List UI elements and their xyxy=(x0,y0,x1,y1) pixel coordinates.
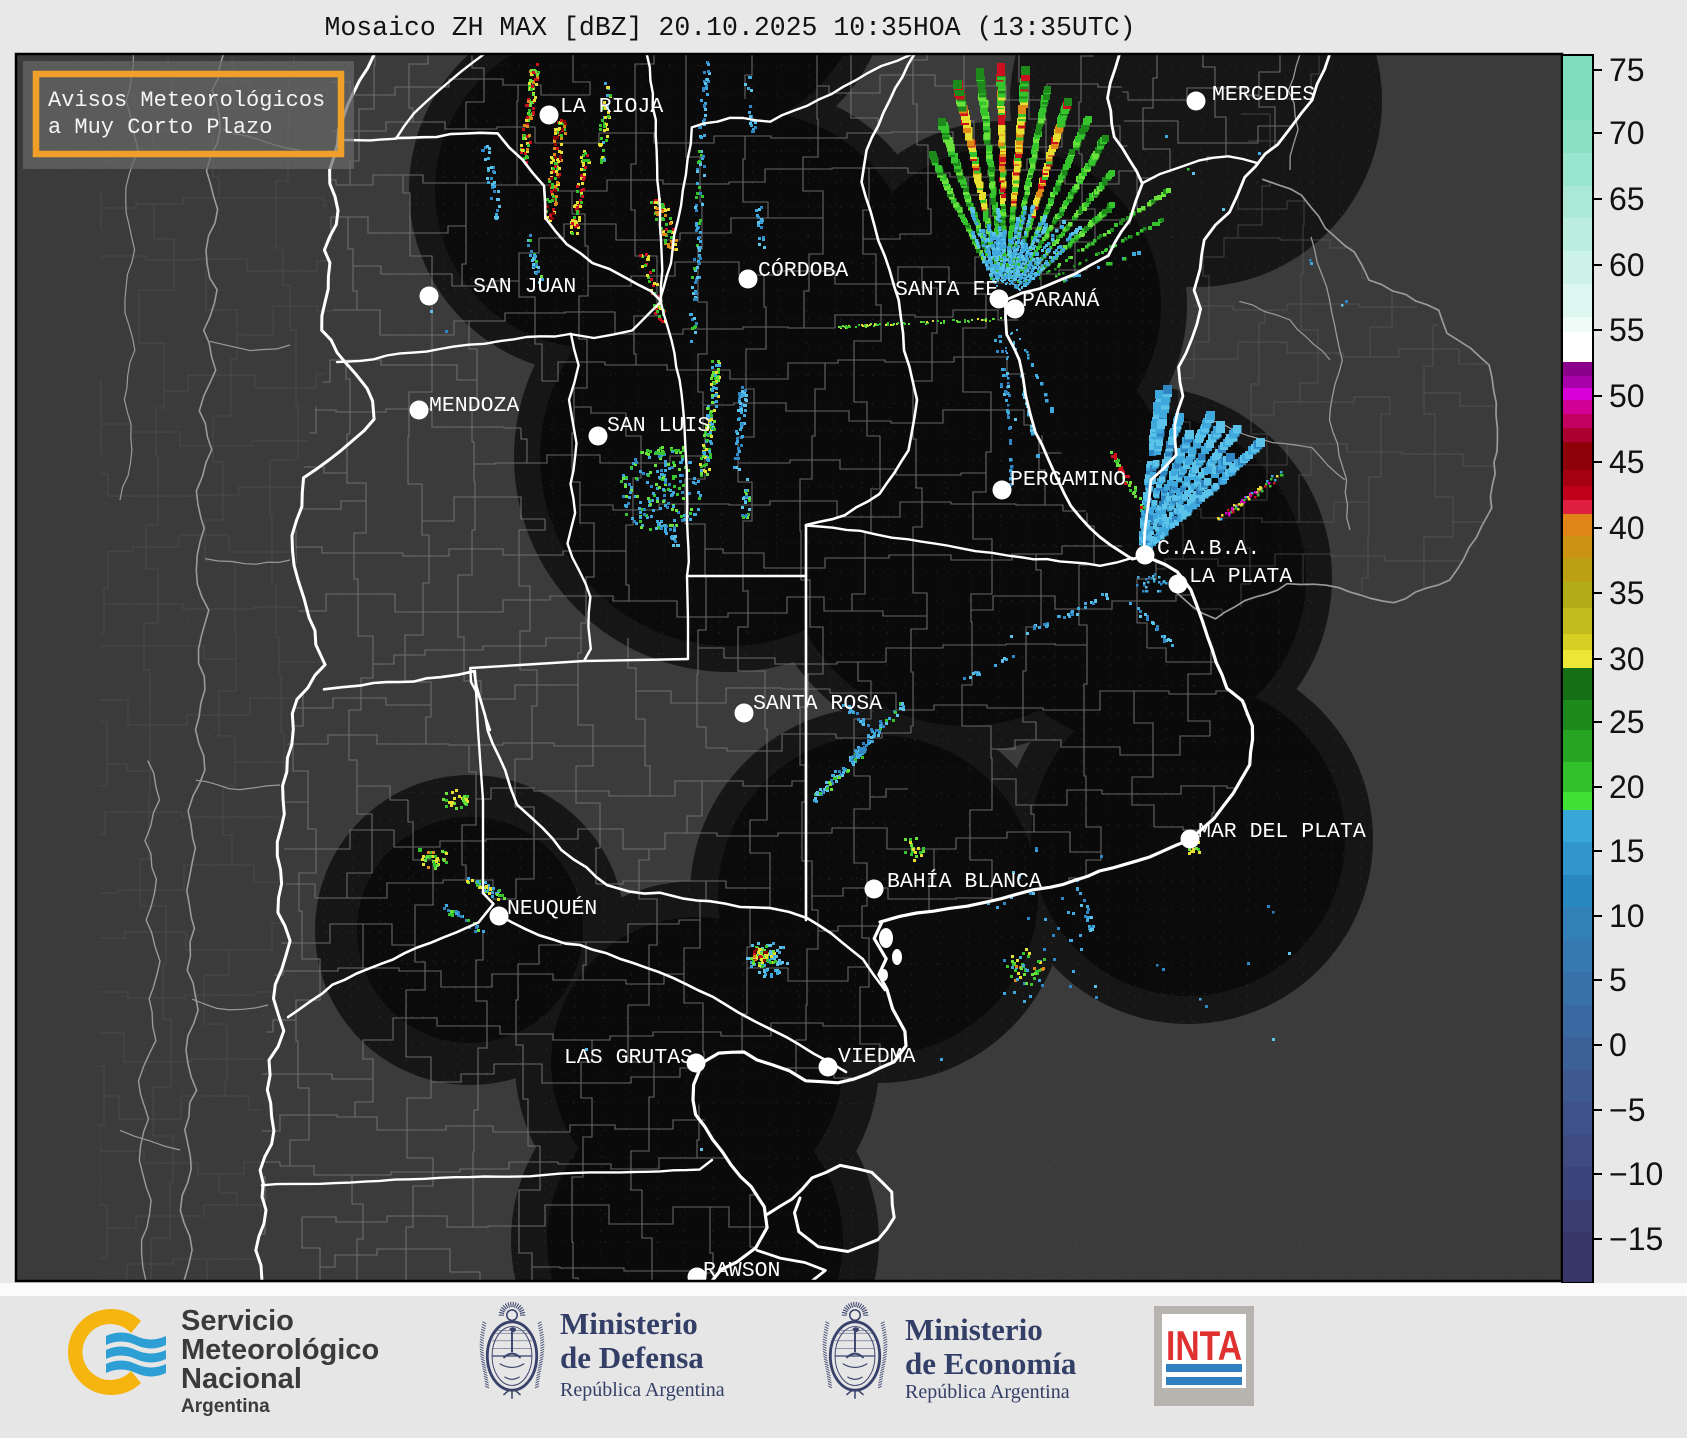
svg-text:SANTA FE: SANTA FE xyxy=(895,278,998,302)
svg-text:a Muy Corto Plazo: a Muy Corto Plazo xyxy=(48,115,272,140)
svg-text:0: 0 xyxy=(1609,1027,1627,1063)
svg-text:C.A.B.A.: C.A.B.A. xyxy=(1157,537,1260,561)
svg-text:Servicio: Servicio xyxy=(181,1305,294,1337)
svg-text:Meteorológico: Meteorológico xyxy=(181,1334,379,1366)
svg-text:20: 20 xyxy=(1609,769,1645,805)
svg-text:MENDOZA: MENDOZA xyxy=(429,394,519,418)
svg-text:−15: −15 xyxy=(1609,1221,1663,1257)
svg-text:PARANÁ: PARANÁ xyxy=(1022,287,1100,313)
svg-text:LA RIOJA: LA RIOJA xyxy=(560,95,663,119)
svg-text:INTA: INTA xyxy=(1166,1322,1242,1369)
svg-text:República Argentina: República Argentina xyxy=(560,1379,725,1401)
svg-text:de Defensa: de Defensa xyxy=(560,1340,704,1375)
svg-text:Mosaico ZH MAX [dBZ] 20.10.202: Mosaico ZH MAX [dBZ] 20.10.2025 10:35HOA… xyxy=(324,13,1135,43)
svg-text:30: 30 xyxy=(1609,641,1645,677)
svg-text:MAR DEL PLATA: MAR DEL PLATA xyxy=(1198,820,1366,844)
svg-text:Ministerio: Ministerio xyxy=(905,1312,1043,1347)
svg-text:60: 60 xyxy=(1609,247,1645,283)
svg-text:SANTA ROSA: SANTA ROSA xyxy=(753,692,882,716)
svg-text:35: 35 xyxy=(1609,575,1645,611)
svg-text:BAHÍA BLANCA: BAHÍA BLANCA xyxy=(887,868,1042,894)
svg-text:15: 15 xyxy=(1609,833,1645,869)
svg-text:50: 50 xyxy=(1609,378,1645,414)
svg-text:CÓRDOBA: CÓRDOBA xyxy=(758,257,848,283)
svg-text:45: 45 xyxy=(1609,444,1645,480)
svg-text:40: 40 xyxy=(1609,510,1645,546)
svg-text:Argentina: Argentina xyxy=(181,1396,270,1417)
svg-text:25: 25 xyxy=(1609,704,1645,740)
svg-text:de Economía: de Economía xyxy=(905,1346,1077,1381)
svg-text:NEUQUÉN: NEUQUÉN xyxy=(507,895,597,921)
svg-text:SAN LUIS: SAN LUIS xyxy=(607,414,710,438)
svg-text:LA PLATA: LA PLATA xyxy=(1189,565,1292,589)
svg-text:10: 10 xyxy=(1609,898,1645,934)
svg-text:Avisos Meteorológicos: Avisos Meteorológicos xyxy=(48,88,325,113)
svg-text:VIEDMA: VIEDMA xyxy=(838,1045,916,1069)
svg-text:70: 70 xyxy=(1609,115,1645,151)
svg-text:−5: −5 xyxy=(1609,1092,1645,1128)
svg-text:PERGAMINO: PERGAMINO xyxy=(1010,468,1126,492)
svg-text:Nacional: Nacional xyxy=(181,1363,302,1395)
svg-text:55: 55 xyxy=(1609,312,1645,348)
svg-text:−10: −10 xyxy=(1609,1156,1663,1192)
svg-text:MERCEDES: MERCEDES xyxy=(1212,83,1315,107)
svg-text:65: 65 xyxy=(1609,181,1645,217)
svg-text:Ministerio: Ministerio xyxy=(560,1306,698,1341)
svg-text:75: 75 xyxy=(1609,52,1645,88)
svg-text:LAS GRUTAS: LAS GRUTAS xyxy=(564,1046,693,1070)
svg-text:5: 5 xyxy=(1609,962,1627,998)
svg-text:SAN JUAN: SAN JUAN xyxy=(473,275,576,299)
svg-text:República Argentina: República Argentina xyxy=(905,1381,1070,1403)
svg-text:RAWSON: RAWSON xyxy=(703,1259,780,1283)
